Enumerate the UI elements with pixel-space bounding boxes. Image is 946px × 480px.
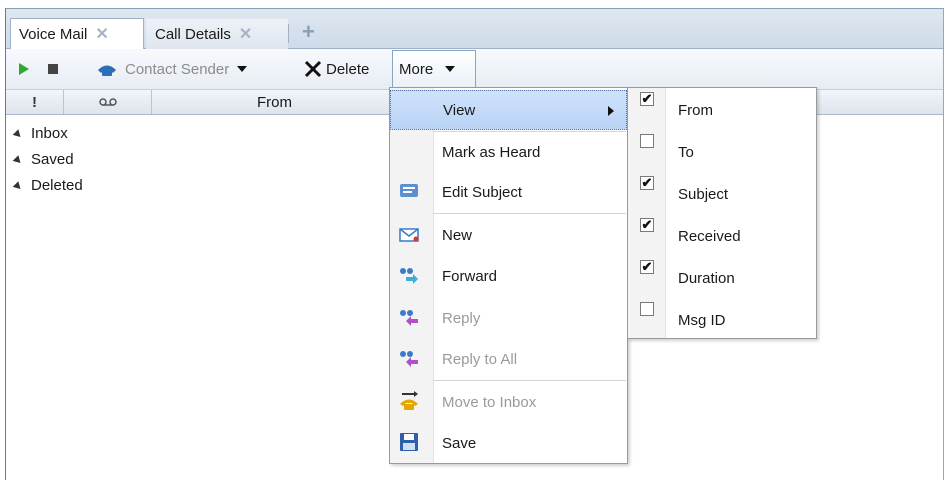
menu-item-new[interactable]: New: [390, 215, 627, 255]
menu-item-label: Mark as Heard: [442, 143, 541, 161]
phone-icon: [98, 65, 116, 76]
checkbox-msg-id[interactable]: [640, 302, 654, 316]
stop-icon: [48, 64, 58, 74]
menu-item-label: Save: [442, 434, 477, 452]
folder-tree: Inbox Saved Deleted: [12, 121, 83, 199]
tree-node-label: Inbox: [31, 125, 68, 142]
reply-icon: [400, 310, 418, 326]
view-option-label: From: [678, 102, 713, 119]
menu-item-label: Reply to All: [442, 350, 518, 368]
close-tab-icon[interactable]: ✕: [95, 24, 108, 44]
tree-node-label: Saved: [31, 151, 74, 168]
view-option-label: Duration: [678, 270, 735, 287]
view-option-label: To: [678, 144, 694, 161]
save-icon: [400, 433, 418, 451]
voicemail-column-header[interactable]: [64, 90, 152, 114]
tab-voice-mail[interactable]: Voice Mail ✕: [10, 18, 144, 49]
add-tab-icon[interactable]: +: [302, 19, 315, 45]
toolbar: Contact Sender Delete More: [6, 49, 943, 90]
tree-node-deleted[interactable]: Deleted: [12, 173, 83, 199]
chevron-down-icon: [445, 66, 456, 72]
menu-item-save[interactable]: Save: [390, 423, 627, 463]
menu-item-label: Forward: [442, 267, 498, 285]
priority-column-header[interactable]: !: [6, 90, 64, 114]
view-option-to[interactable]: To: [628, 130, 816, 172]
checkbox-received[interactable]: ✔: [640, 218, 654, 232]
more-menu: View Mark as Heard Edit Subject New Forw…: [389, 87, 628, 464]
expand-arrow-icon[interactable]: [12, 128, 24, 140]
from-column-header[interactable]: From: [152, 90, 398, 114]
tab-label: Voice Mail: [19, 25, 88, 43]
view-option-label: Msg ID: [678, 312, 726, 329]
chevron-down-icon: [237, 66, 248, 72]
menu-item-mark-as-heard[interactable]: Mark as Heard: [390, 132, 627, 172]
voicemail-icon: [98, 98, 117, 106]
view-option-received[interactable]: ✔ Received: [628, 214, 816, 256]
menu-item-edit-subject[interactable]: Edit Subject: [390, 172, 627, 212]
view-option-duration[interactable]: ✔ Duration: [628, 256, 816, 298]
delete-button[interactable]: Delete: [304, 49, 369, 89]
delete-label: Delete: [326, 60, 370, 78]
more-label: More: [399, 60, 434, 78]
move-to-inbox-icon: [400, 391, 418, 410]
menu-item-label: New: [442, 226, 473, 244]
close-tab-icon[interactable]: ✕: [239, 24, 252, 44]
tab-call-details[interactable]: Call Details ✕: [146, 18, 288, 49]
menu-separator: [433, 380, 626, 381]
checkbox-subject[interactable]: ✔: [640, 176, 654, 190]
menu-item-label: Reply: [442, 309, 481, 327]
play-icon: [19, 63, 29, 75]
view-option-from[interactable]: ✔ From: [628, 88, 816, 130]
menu-item-reply-to-all[interactable]: Reply to All: [390, 339, 627, 379]
view-option-label: Received: [678, 228, 741, 245]
view-submenu: ✔ From To ✔ Subject ✔ Received ✔ Duratio…: [627, 87, 817, 339]
view-option-label: Subject: [678, 186, 729, 203]
play-button[interactable]: [18, 49, 30, 89]
tree-node-label: Deleted: [31, 177, 83, 194]
tab-label: Call Details: [155, 25, 231, 43]
new-message-icon: [399, 228, 419, 242]
contact-sender-label: Contact Sender: [125, 60, 230, 78]
tab-divider: [288, 24, 289, 43]
expand-arrow-icon[interactable]: [12, 180, 24, 192]
expand-arrow-icon[interactable]: [12, 154, 24, 166]
checkbox-duration[interactable]: ✔: [640, 260, 654, 274]
tree-node-inbox[interactable]: Inbox: [12, 121, 83, 147]
view-option-msg-id[interactable]: Msg ID: [628, 298, 816, 340]
menu-item-reply[interactable]: Reply: [390, 298, 627, 338]
tree-node-saved[interactable]: Saved: [12, 147, 83, 173]
menu-item-label: View: [443, 101, 476, 119]
forward-icon: [400, 268, 418, 284]
checkbox-from[interactable]: ✔: [640, 92, 654, 106]
stop-button[interactable]: [47, 49, 59, 89]
view-option-subject[interactable]: ✔ Subject: [628, 172, 816, 214]
menu-item-forward[interactable]: Forward: [390, 256, 627, 296]
tab-strip: Voice Mail ✕ Call Details ✕ +: [6, 9, 943, 49]
contact-sender-button[interactable]: Contact Sender: [96, 49, 248, 89]
menu-item-label: Edit Subject: [442, 183, 523, 201]
delete-x-icon: [304, 60, 322, 78]
more-button[interactable]: More: [392, 50, 476, 88]
menu-item-label: Move to Inbox: [442, 393, 537, 411]
menu-item-view[interactable]: View: [390, 90, 627, 130]
submenu-arrow-icon: [608, 106, 614, 116]
checkbox-to[interactable]: [640, 134, 654, 148]
menu-separator: [433, 213, 626, 214]
reply-all-icon: [400, 351, 418, 367]
edit-subject-icon: [400, 184, 418, 197]
menu-item-move-to-inbox[interactable]: Move to Inbox: [390, 382, 627, 422]
